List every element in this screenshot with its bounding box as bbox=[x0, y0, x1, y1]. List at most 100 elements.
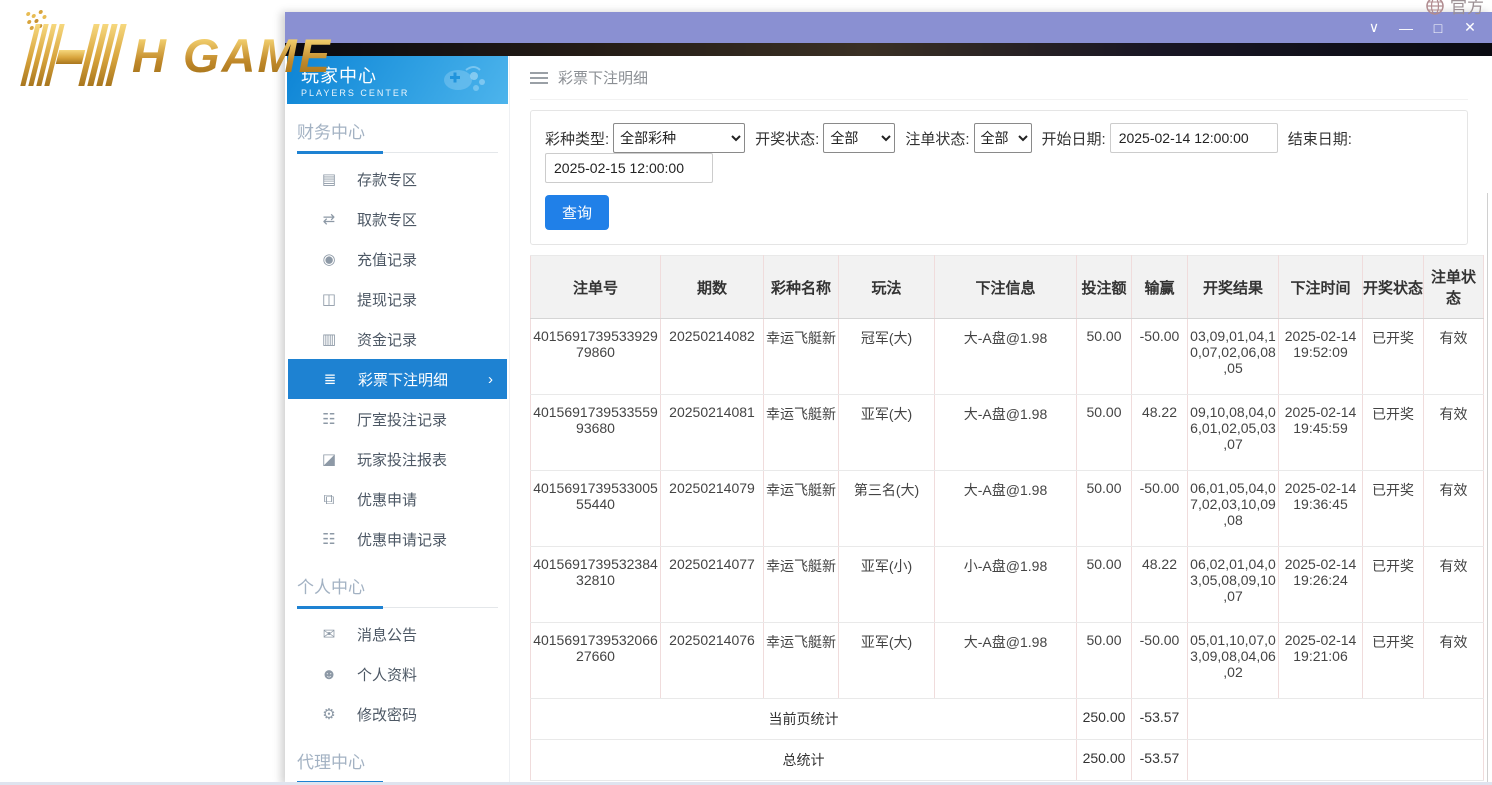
cell-play: 第三名(大) bbox=[839, 471, 935, 547]
summary-amount: 250.00 bbox=[1077, 699, 1132, 740]
cell-play: 亚军(大) bbox=[839, 623, 935, 699]
window-titlebar: ∨—□✕ bbox=[285, 12, 1492, 43]
summary-win-loss: -53.57 bbox=[1132, 740, 1188, 781]
cell-period: 20250214079 bbox=[661, 471, 764, 547]
end-date-input[interactable] bbox=[545, 153, 713, 183]
cell-order-status: 有效 bbox=[1424, 395, 1484, 471]
globe-icon bbox=[1425, 0, 1445, 16]
sidebar-item-label: 厅室投注记录 bbox=[357, 409, 447, 430]
table-row: 40156917395320662766020250214076幸运飞艇新亚军(… bbox=[531, 623, 1484, 699]
cell-draw-result: 05,01,10,07,03,09,08,04,06,02 bbox=[1188, 623, 1279, 699]
cell-lottery: 幸运飞艇新 bbox=[764, 319, 839, 395]
summary-amount: 250.00 bbox=[1077, 740, 1132, 781]
sidebar-item-彩票下注明细[interactable]: ≣ 彩票下注明细 › bbox=[288, 359, 507, 399]
lottery-type-select[interactable]: 全部彩种 bbox=[613, 123, 745, 153]
cell-bet-info: 小-A盘@1.98 bbox=[935, 547, 1077, 623]
lottery-detail-icon: ≣ bbox=[320, 370, 340, 388]
sidebar-item-优惠申请[interactable]: ⧉ 优惠申请 bbox=[287, 479, 508, 519]
cell-order-status: 有效 bbox=[1424, 471, 1484, 547]
logo-bars-icon bbox=[2, 24, 135, 86]
cell-order-status: 有效 bbox=[1424, 319, 1484, 395]
cell-amount: 50.00 bbox=[1077, 395, 1132, 471]
cell-bet-time: 2025-02-14 19:21:06 bbox=[1279, 623, 1363, 699]
gamepad-icon bbox=[436, 64, 494, 100]
sidebar-item-优惠申请记录[interactable]: ☷优惠申请记录 bbox=[287, 519, 508, 559]
order-status-label: 注单状态: bbox=[905, 128, 969, 149]
sidebar-item-取款专区[interactable]: ⇄取款专区 bbox=[287, 199, 508, 239]
chevron-right-icon: › bbox=[488, 371, 493, 388]
cell-order-id: 401569173953206627660 bbox=[531, 623, 661, 699]
sidebar: 玩家中心 PLAYERS CENTER 财务中心▤存款专区⇄取款专区◉充值记录◫… bbox=[285, 56, 510, 785]
collapse-button[interactable]: ∨ bbox=[1360, 16, 1388, 40]
message-icon: ✉ bbox=[319, 625, 339, 643]
sidebar-item-label: 优惠申请 bbox=[357, 489, 417, 510]
cell-bet-time: 2025-02-14 19:52:09 bbox=[1279, 319, 1363, 395]
recharge-record-icon: ◉ bbox=[319, 250, 339, 268]
cell-play: 冠军(大) bbox=[839, 319, 935, 395]
sidebar-item-修改密码[interactable]: ⚙修改密码 bbox=[287, 694, 508, 734]
sidebar-item-label: 存款专区 bbox=[357, 169, 417, 190]
cell-amount: 50.00 bbox=[1077, 471, 1132, 547]
column-header: 输赢 bbox=[1132, 256, 1188, 319]
cell-lottery: 幸运飞艇新 bbox=[764, 395, 839, 471]
player-report-icon: ◪ bbox=[319, 450, 339, 468]
app-window: ∨—□✕ 玩家中心 PLAYERS CENTER bbox=[285, 12, 1492, 785]
sidebar-item-玩家投注报表[interactable]: ◪玩家投注报表 bbox=[287, 439, 508, 479]
main-content: 彩票下注明细 彩种类型: 全部彩种 开奖状态: 全部 注 bbox=[510, 56, 1492, 785]
minimize-button[interactable]: — bbox=[1392, 16, 1420, 40]
cell-period: 20250214076 bbox=[661, 623, 764, 699]
sidebar-item-label: 充值记录 bbox=[357, 249, 417, 270]
cell-order-id: 401569173953392979860 bbox=[531, 319, 661, 395]
sidebar-item-消息公告[interactable]: ✉ 消息公告 bbox=[287, 614, 508, 654]
sidebar-item-存款专区[interactable]: ▤存款专区 bbox=[287, 159, 508, 199]
sidebar-item-label: 消息公告 bbox=[357, 624, 417, 645]
draw-status-select[interactable]: 全部 bbox=[823, 123, 895, 153]
filter-panel: 彩种类型: 全部彩种 开奖状态: 全部 注单状态: 全部 bbox=[530, 110, 1468, 245]
sidebar-item-label: 提现记录 bbox=[357, 289, 417, 310]
cell-amount: 50.00 bbox=[1077, 319, 1132, 395]
official-site-link[interactable]: 官方 bbox=[1450, 0, 1484, 18]
cell-order-id: 401569173953300555440 bbox=[531, 471, 661, 547]
funds-record-icon: ▥ bbox=[319, 330, 339, 348]
scrollbar-track[interactable] bbox=[1487, 193, 1488, 782]
brand-logo-text: H GAME bbox=[132, 28, 332, 83]
order-status-select[interactable]: 全部 bbox=[974, 123, 1032, 153]
sidebar-item-提现记录[interactable]: ◫提现记录 bbox=[287, 279, 508, 319]
bet-detail-table: 注单号期数彩种名称玩法下注信息投注额输赢开奖结果下注时间开奖状态注单状态 401… bbox=[530, 255, 1484, 781]
search-button[interactable]: 查询 bbox=[545, 195, 609, 230]
cell-draw-status: 已开奖 bbox=[1363, 395, 1424, 471]
cell-draw-status: 已开奖 bbox=[1363, 547, 1424, 623]
coupon-record-icon: ☷ bbox=[319, 530, 339, 548]
cell-order-status: 有效 bbox=[1424, 623, 1484, 699]
sidebar-item-厅室投注记录[interactable]: ☷厅室投注记录 bbox=[287, 399, 508, 439]
cell-win-loss: 48.22 bbox=[1132, 547, 1188, 623]
top-right-links[interactable]: 官方 bbox=[1425, 0, 1484, 18]
close-button[interactable]: ✕ bbox=[1456, 16, 1484, 40]
start-date-label: 开始日期: bbox=[1042, 128, 1106, 149]
sidebar-item-个人资料[interactable]: ☻个人资料 bbox=[287, 654, 508, 694]
column-header: 投注额 bbox=[1077, 256, 1132, 319]
column-header: 期数 bbox=[661, 256, 764, 319]
page: 官方 H GAME ∨—□✕ 玩家中心 PLAYERS CENTER bbox=[0, 0, 1492, 785]
cell-win-loss: -50.00 bbox=[1132, 623, 1188, 699]
sidebar-item-label: 彩票下注明细 bbox=[358, 369, 448, 390]
lottery-type-label: 彩种类型: bbox=[545, 128, 609, 149]
maximize-button[interactable]: □ bbox=[1424, 16, 1452, 40]
cell-bet-info: 大-A盘@1.98 bbox=[935, 471, 1077, 547]
menu-toggle-icon[interactable] bbox=[530, 72, 548, 84]
end-date-label: 结束日期: bbox=[1288, 128, 1352, 149]
coupon-apply-icon: ⧉ bbox=[319, 491, 339, 508]
start-date-input[interactable] bbox=[1110, 123, 1278, 153]
cell-period: 20250214077 bbox=[661, 547, 764, 623]
summary-label: 当前页统计 bbox=[531, 699, 1077, 740]
cell-lottery: 幸运飞艇新 bbox=[764, 623, 839, 699]
sidebar-item-充值记录[interactable]: ◉ 充值记录 bbox=[287, 239, 508, 279]
sidebar-item-资金记录[interactable]: ▥资金记录 bbox=[287, 319, 508, 359]
column-header: 注单状态 bbox=[1424, 256, 1484, 319]
cell-bet-time: 2025-02-14 19:26:24 bbox=[1279, 547, 1363, 623]
cell-bet-info: 大-A盘@1.98 bbox=[935, 623, 1077, 699]
cell-win-loss: 48.22 bbox=[1132, 395, 1188, 471]
cell-draw-status: 已开奖 bbox=[1363, 623, 1424, 699]
summary-row: 总统计250.00-53.57 bbox=[531, 740, 1484, 781]
column-header: 下注时间 bbox=[1279, 256, 1363, 319]
